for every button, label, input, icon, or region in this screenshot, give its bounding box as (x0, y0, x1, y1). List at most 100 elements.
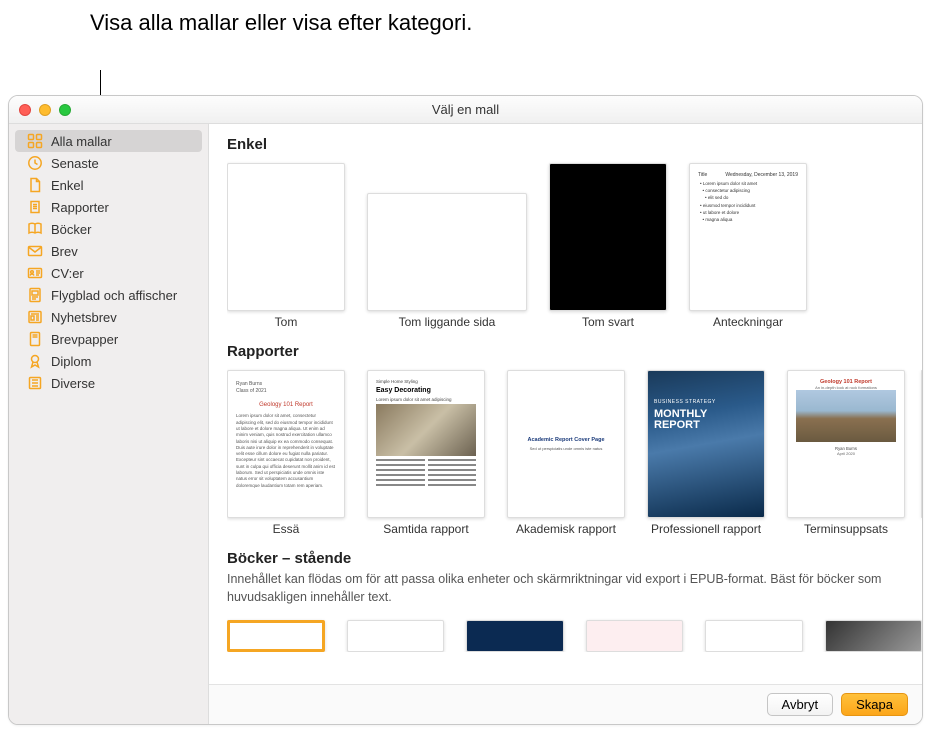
thumb-text: REPORT (654, 419, 700, 431)
sidebar-item-label: Brev (51, 244, 78, 259)
section-title-rapporter: Rapporter (227, 343, 922, 360)
template-thumb: Academic Report Cover Page Sed ut perspi… (507, 370, 625, 518)
clock-icon (27, 155, 43, 171)
sidebar-item-bocker[interactable]: Böcker (15, 218, 202, 240)
sidebar-item-recent[interactable]: Senaste (15, 152, 202, 174)
thumb-text: Sed ut perspiciatis unde omnis iste natu… (530, 446, 603, 451)
template-terminsuppsats[interactable]: Geology 101 Report An in-depth look at r… (787, 370, 905, 536)
sidebar-item-label: Senaste (51, 156, 99, 171)
template-label: Professionell rapport (651, 522, 761, 536)
template-tom[interactable]: Tom (227, 163, 345, 329)
template-thumb: BUSINESS STRATEGY MONTHLYREPORT (647, 370, 765, 518)
category-sidebar: Alla mallar Senaste Enkel Rapporter (9, 124, 209, 724)
close-button[interactable] (19, 104, 31, 116)
section-title-enkel: Enkel (227, 136, 922, 153)
template-thumb: Simple Home Styling Easy Decorating Lore… (367, 370, 485, 518)
sidebar-item-label: Nyhetsbrev (51, 310, 117, 325)
template-row-bocker (227, 614, 922, 652)
sidebar-item-label: Rapporter (51, 200, 109, 215)
sidebar-item-cver[interactable]: CV:er (15, 262, 202, 284)
sidebar-item-diverse[interactable]: Diverse (15, 372, 202, 394)
thumb-text: Academic Report Cover Page (527, 437, 604, 443)
grid-icon (27, 133, 43, 149)
template-label: Terminsuppsats (804, 522, 888, 536)
template-book-6[interactable] (825, 620, 922, 652)
ribbon-icon (27, 353, 43, 369)
thumb-text: Easy Decorating (376, 387, 476, 394)
document-icon (27, 177, 43, 193)
template-label: Tom svart (582, 315, 634, 329)
id-card-icon (27, 265, 43, 281)
sidebar-item-all-templates[interactable]: Alla mallar (15, 130, 202, 152)
help-callout: Visa alla mallar eller visa efter katego… (90, 8, 472, 38)
cancel-button[interactable]: Avbryt (767, 693, 834, 716)
sidebar-item-label: CV:er (51, 266, 84, 281)
template-samtida-rapport[interactable]: Simple Home Styling Easy Decorating Lore… (367, 370, 485, 536)
template-row-enkel: Tom Tom liggande sida Tom svart Title (227, 157, 922, 341)
template-label: Tom liggande sida (399, 315, 496, 329)
minimize-button[interactable] (39, 104, 51, 116)
template-anteckningar[interactable]: TitleWednesday, December 13, 2019 • Lore… (689, 163, 807, 329)
thumb-text: Simple Home Styling (376, 379, 476, 384)
sidebar-item-label: Alla mallar (51, 134, 112, 149)
template-book-1[interactable] (227, 620, 325, 652)
sidebar-item-label: Flygblad och affischer (51, 288, 177, 303)
dialog-footer: Avbryt Skapa (209, 684, 922, 724)
thumb-text: Wednesday, December 13, 2019 (725, 172, 798, 178)
sidebar-item-rapporter[interactable]: Rapporter (15, 196, 202, 218)
template-row-rapporter: Ryan Burns Class of 2021 Geology 101 Rep… (227, 364, 922, 548)
template-label: Akademisk rapport (516, 522, 616, 536)
document-stack-icon (27, 199, 43, 215)
template-book-4[interactable] (586, 620, 683, 652)
envelope-icon (27, 243, 43, 259)
newspaper-icon (27, 309, 43, 325)
template-tom-liggande[interactable]: Tom liggande sida (367, 163, 527, 329)
template-tom-svart[interactable]: Tom svart (549, 163, 667, 329)
letterhead-icon (27, 331, 43, 347)
sidebar-item-label: Böcker (51, 222, 91, 237)
create-button[interactable]: Skapa (841, 693, 908, 716)
sidebar-item-label: Diverse (51, 376, 95, 391)
template-book-2[interactable] (347, 620, 444, 652)
template-label: Samtida rapport (383, 522, 468, 536)
book-icon (27, 221, 43, 237)
template-akademisk-rapport[interactable]: Academic Report Cover Page Sed ut perspi… (507, 370, 625, 536)
sidebar-item-flygblad[interactable]: Flygblad och affischer (15, 284, 202, 306)
template-professionell-rapport[interactable]: BUSINESS STRATEGY MONTHLYREPORT Professi… (647, 370, 765, 536)
sidebar-item-label: Brevpapper (51, 332, 118, 347)
template-chooser-window: Välj en mall Alla mallar Senaste Enkel (8, 95, 923, 725)
template-book-5[interactable] (705, 620, 802, 652)
template-thumb (549, 163, 667, 311)
window-titlebar: Välj en mall (9, 96, 922, 124)
template-essa[interactable]: Ryan Burns Class of 2021 Geology 101 Rep… (227, 370, 345, 536)
window-body: Alla mallar Senaste Enkel Rapporter (9, 124, 922, 724)
sidebar-item-label: Enkel (51, 178, 84, 193)
template-thumb-peek[interactable] (921, 370, 922, 518)
section-description-bocker: Innehållet kan flödas om för att passa o… (227, 571, 922, 606)
template-label: Anteckningar (713, 315, 783, 329)
template-thumb (227, 163, 345, 311)
thumb-text: Ryan Burns (236, 381, 336, 388)
template-thumb: TitleWednesday, December 13, 2019 • Lore… (689, 163, 807, 311)
sidebar-item-enkel[interactable]: Enkel (15, 174, 202, 196)
sidebar-item-nyhetsbrev[interactable]: Nyhetsbrev (15, 306, 202, 328)
folder-icon (27, 375, 43, 391)
template-book-3[interactable] (466, 620, 563, 652)
thumb-text: BUSINESS STRATEGY (654, 399, 716, 405)
section-title-bocker: Böcker – stående (227, 550, 922, 567)
template-label: Tom (275, 315, 298, 329)
window-controls (9, 104, 71, 116)
sidebar-item-diplom[interactable]: Diplom (15, 350, 202, 372)
template-thumb: Ryan Burns Class of 2021 Geology 101 Rep… (227, 370, 345, 518)
template-thumb: Geology 101 Report An in-depth look at r… (787, 370, 905, 518)
sidebar-item-label: Diplom (51, 354, 91, 369)
window-title: Välj en mall (9, 102, 922, 117)
sidebar-item-brevpapper[interactable]: Brevpapper (15, 328, 202, 350)
template-label: Essä (273, 522, 300, 536)
template-thumb (367, 193, 527, 311)
poster-icon (27, 287, 43, 303)
thumb-text: Geology 101 Report (236, 401, 336, 409)
zoom-button[interactable] (59, 104, 71, 116)
thumb-text: Title (698, 172, 707, 178)
sidebar-item-brev[interactable]: Brev (15, 240, 202, 262)
